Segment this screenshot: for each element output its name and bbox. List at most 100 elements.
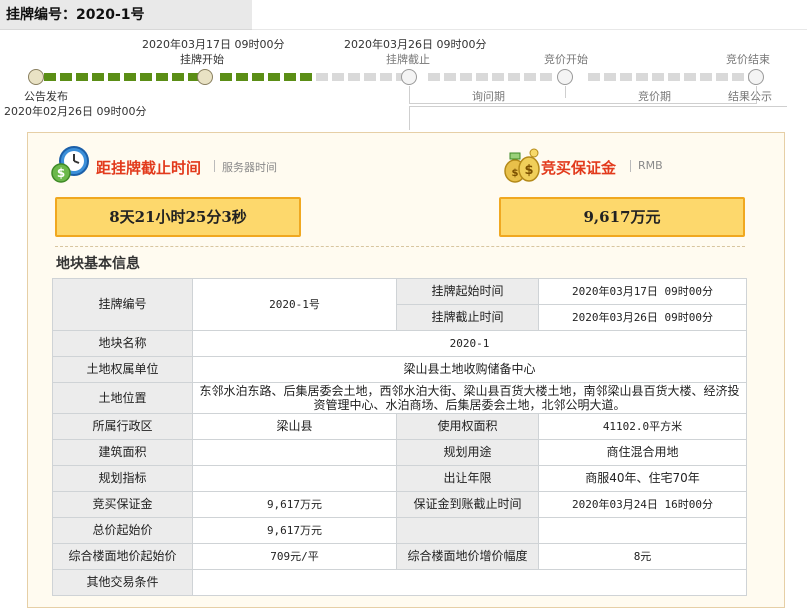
info-panel: $ 距挂牌截止时间 服务器时间 8天21小时25分3秒 $ $ 竞买保证金 RM…	[27, 132, 785, 608]
plan-index-label: 规划指标	[52, 465, 193, 492]
node-bid-start	[557, 69, 573, 85]
progress-segment-done	[252, 73, 264, 81]
node-bid-end	[748, 69, 764, 85]
countdown-title: 距挂牌截止时间	[96, 159, 202, 177]
other-conditions-value	[192, 569, 747, 596]
progress-segment-pending	[684, 73, 696, 81]
svg-text:$: $	[512, 168, 519, 179]
planned-use-label: 规划用途	[396, 439, 539, 466]
section-title: 地块基本信息	[56, 256, 140, 272]
progress-segment-done	[124, 73, 136, 81]
district-value: 梁山县	[192, 413, 397, 440]
progress-segment-pending	[348, 73, 360, 81]
parcel-name-label: 地块名称	[52, 330, 193, 357]
progress-segment-done	[268, 73, 280, 81]
progress-segment-done	[108, 73, 120, 81]
owner-value: 梁山县土地收购储备中心	[192, 356, 747, 383]
district-label: 所属行政区	[52, 413, 193, 440]
svg-text:$: $	[57, 166, 65, 180]
bid-period-label: 竞价期	[638, 90, 671, 103]
svg-text:$: $	[524, 163, 533, 178]
listing-start-label: 挂牌起始时间	[396, 278, 539, 305]
progress-segment-done	[140, 73, 152, 81]
planned-use-value: 商住混合用地	[538, 439, 747, 466]
clock-money-icon: $	[51, 146, 89, 183]
end-date: 2020年03月26日 09时00分	[344, 38, 487, 51]
node-publish	[28, 69, 44, 85]
progress-segment-done	[92, 73, 104, 81]
progress-segment-done	[60, 73, 72, 81]
use-area-value: 41102.0平方米	[538, 413, 747, 440]
progress-segment-pending	[700, 73, 712, 81]
listing-end-value: 2020年03月26日 09时00分	[538, 304, 747, 331]
deposit-subtitle: RMB	[638, 159, 663, 172]
deposit-deadline-label: 保证金到账截止时间	[396, 491, 539, 518]
progress-segment-pending	[652, 73, 664, 81]
progress-segment-done	[284, 73, 296, 81]
progress-segment-pending	[460, 73, 472, 81]
start-label: 挂牌开始	[180, 53, 224, 66]
result-label: 结果公示	[728, 90, 772, 103]
result-bracket	[409, 106, 787, 130]
term-value: 商服40年、住宅70年	[538, 465, 747, 492]
deposit-label: 竞买保证金	[52, 491, 193, 518]
floor-increment-label: 综合楼面地价增价幅度	[396, 543, 539, 570]
listing-end-label: 挂牌截止时间	[396, 304, 539, 331]
other-conditions-label: 其他交易条件	[52, 569, 193, 596]
progress-segment-pending	[364, 73, 376, 81]
table-row: 土地权属单位 梁山县土地收购储备中心	[52, 356, 747, 383]
location-label: 土地位置	[52, 382, 193, 414]
node-start	[197, 69, 213, 85]
parcel-info-table: 挂牌编号 2020-1号 挂牌起始时间 2020年03月17日 09时00分 挂…	[52, 278, 747, 596]
publish-label: 公告发布	[24, 90, 68, 103]
empty-value-cell	[538, 517, 747, 544]
deposit-value: 9,617万元	[499, 197, 745, 237]
section-divider	[55, 246, 745, 247]
end-label: 挂牌截止	[386, 53, 430, 66]
progress-segment-pending	[332, 73, 344, 81]
progress-segment-done	[156, 73, 168, 81]
table-row: 建筑面积 规划用途 商住混合用地	[52, 439, 747, 466]
term-label: 出让年限	[396, 465, 539, 492]
progress-segment-pending	[588, 73, 600, 81]
progress-segment-pending	[668, 73, 680, 81]
progress-segment-pending	[508, 73, 520, 81]
deposit-title: 竞买保证金	[541, 159, 617, 177]
progress-segment-done	[220, 73, 232, 81]
countdown-subtitle: 服务器时间	[222, 161, 277, 174]
floor-increment-value: 8元	[538, 543, 747, 570]
listing-no-value: 2020-1号	[192, 278, 397, 331]
bid-start-label: 竞价开始	[544, 53, 588, 66]
deposit-deadline-value: 2020年03月24日 16时00分	[538, 491, 747, 518]
plan-index-value	[192, 465, 397, 492]
progress-timeline: 2020年03月17日 09时00分 挂牌开始 2020年03月26日 09时0…	[0, 30, 807, 130]
countdown-value: 8天21小时25分3秒	[55, 197, 301, 237]
table-row: 综合楼面地价起始价 709元/平 综合楼面地价增价幅度 8元	[52, 543, 747, 570]
building-area-value	[192, 439, 397, 466]
progress-segment-done	[44, 73, 56, 81]
use-area-label: 使用权面积	[396, 413, 539, 440]
inquiry-bracket	[409, 86, 757, 104]
listing-start-value: 2020年03月17日 09时00分	[538, 278, 747, 305]
progress-segment-pending	[476, 73, 488, 81]
progress-segment-pending	[732, 73, 744, 81]
floor-price-value: 709元/平	[192, 543, 397, 570]
empty-label-cell	[396, 517, 539, 544]
total-start-label: 总价起始价	[52, 517, 193, 544]
table-row: 所属行政区 梁山县 使用权面积 41102.0平方米	[52, 413, 747, 440]
progress-segment-done	[236, 73, 248, 81]
start-date: 2020年03月17日 09时00分	[142, 38, 285, 51]
progress-segment-pending	[316, 73, 328, 81]
progress-segment-pending	[716, 73, 728, 81]
table-row: 其他交易条件	[52, 569, 747, 596]
progress-segment-pending	[428, 73, 440, 81]
listing-no-label: 挂牌编号	[52, 278, 193, 331]
progress-segment-pending	[524, 73, 536, 81]
listing-number-header: 挂牌编号：2020-1号	[0, 0, 252, 30]
building-area-label: 建筑面积	[52, 439, 193, 466]
parcel-name-value: 2020-1	[192, 330, 747, 357]
deposit-separator	[630, 160, 631, 172]
progress-segment-pending	[620, 73, 632, 81]
node-end	[401, 69, 417, 85]
table-row: 挂牌编号 2020-1号 挂牌起始时间 2020年03月17日 09时00分	[52, 278, 747, 331]
